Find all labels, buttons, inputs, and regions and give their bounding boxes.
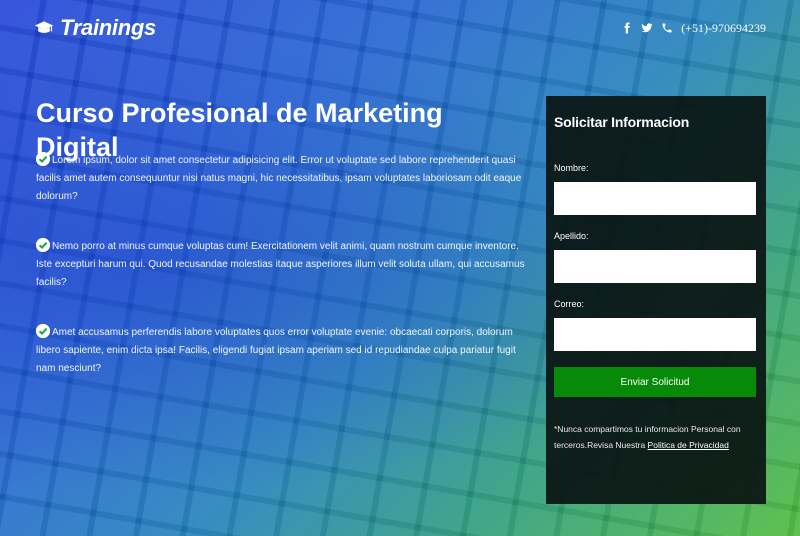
phone-number[interactable]: (+51)-970694239 — [681, 21, 766, 36]
top-bar: Trainings (+51)-970694239 — [34, 12, 766, 44]
first-name-input[interactable] — [554, 182, 756, 215]
list-item-text: Nemo porro at minus cumque voluptas cum!… — [36, 241, 525, 288]
request-info-form: Solicitar Informacion Nombre: Apellido: … — [546, 96, 766, 504]
email-input[interactable] — [554, 318, 756, 351]
check-circle-icon — [36, 238, 50, 252]
twitter-icon[interactable] — [641, 22, 653, 34]
list-item-text: Amet accusamus perferendis labore volupt… — [36, 327, 516, 374]
phone-icon — [662, 23, 672, 33]
first-name-label: Nombre: — [554, 163, 589, 173]
facebook-icon[interactable] — [621, 22, 633, 34]
graduation-cap-icon — [34, 21, 54, 33]
form-title: Solicitar Informacion — [554, 114, 690, 130]
list-item: Lorem ipsum, dolor sit amet consectetur … — [36, 152, 536, 206]
contact-bar: (+51)-970694239 — [621, 21, 766, 36]
privacy-policy-link[interactable]: Politica de Privacidad — [648, 440, 729, 450]
brand-name: Trainings — [60, 15, 156, 40]
list-item: Nemo porro at minus cumque voluptas cum!… — [36, 238, 536, 292]
feature-list: Lorem ipsum, dolor sit amet consectetur … — [36, 152, 536, 410]
submit-request-button[interactable]: Enviar Solicitud — [554, 367, 756, 397]
list-item-text: Lorem ipsum, dolor sit amet consectetur … — [36, 155, 522, 202]
brand-logo[interactable]: Trainings — [34, 15, 156, 41]
check-circle-icon — [36, 324, 50, 338]
check-circle-icon — [36, 152, 50, 166]
list-item: Amet accusamus perferendis labore volupt… — [36, 324, 536, 378]
last-name-label: Apellido: — [554, 231, 589, 241]
email-label: Correo: — [554, 299, 585, 309]
last-name-input[interactable] — [554, 250, 756, 283]
privacy-note: *Nunca compartimos tu informacion Person… — [554, 421, 757, 453]
